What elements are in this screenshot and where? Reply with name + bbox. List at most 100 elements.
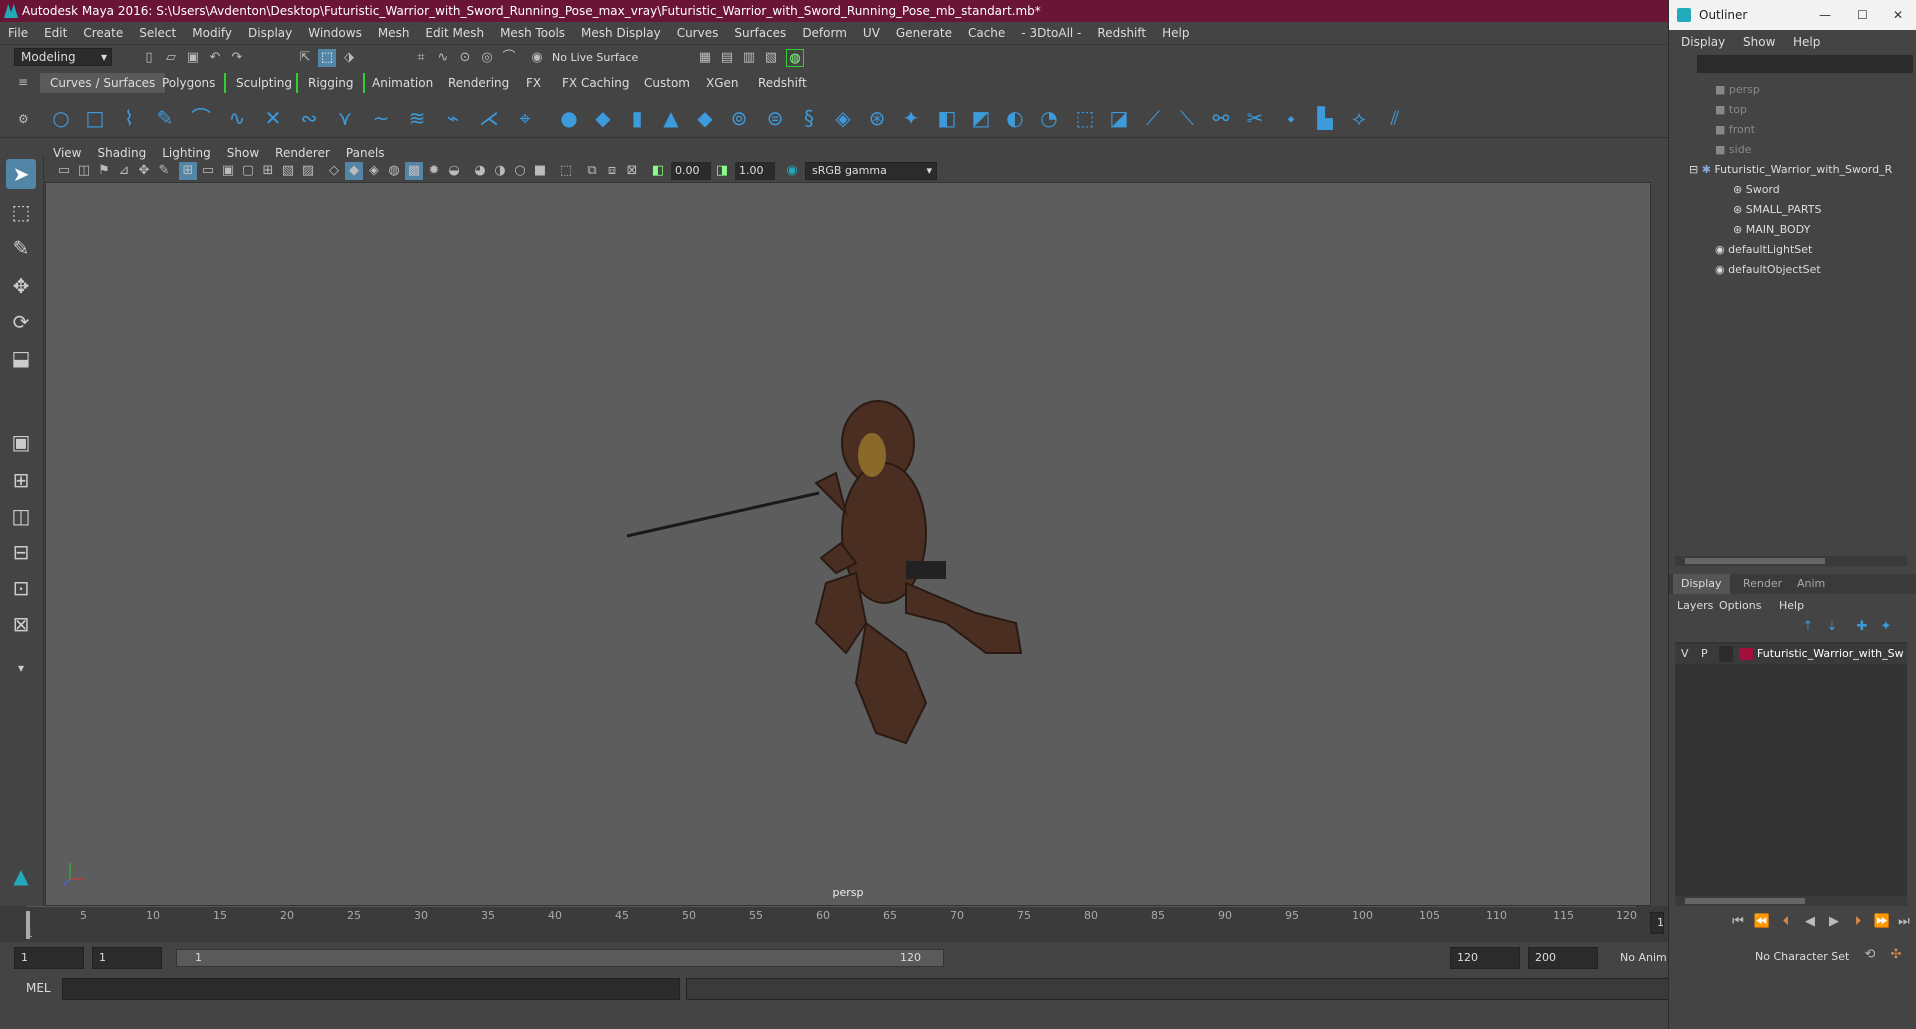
outliner-item-front[interactable]: ■ front — [1715, 120, 1916, 140]
anim-end-field[interactable]: 200 — [1528, 947, 1598, 969]
motion-blur-icon[interactable]: ◑ — [491, 162, 509, 180]
menu-uv[interactable]: UV — [855, 22, 888, 44]
shelf-options-icon[interactable]: ⚙ — [18, 112, 29, 126]
select-component-icon[interactable]: ⬗ — [340, 49, 358, 67]
gate-mask-icon[interactable]: ▢ — [239, 162, 257, 180]
outliner-item-persp[interactable]: ■ persp — [1715, 80, 1916, 100]
menu-windows[interactable]: Windows — [300, 22, 370, 44]
surface-edit-icon[interactable]: ⟡ — [1346, 106, 1372, 130]
select-hierarchy-icon[interactable]: ⇱ — [296, 49, 314, 67]
open-close-icon[interactable]: ⬩ — [1278, 106, 1304, 130]
nurbs-plane-icon[interactable]: ◆ — [692, 106, 718, 130]
field-chart-icon[interactable]: ⊞ — [259, 162, 277, 180]
auto-key-icon[interactable]: ⟲ — [1861, 946, 1879, 964]
intersect-icon[interactable]: ◩ — [968, 106, 994, 130]
tab-curves-surfaces[interactable]: Curves / Surfaces — [40, 73, 166, 93]
outliner-item-small-parts[interactable]: ⊛ SMALL_PARTS — [1733, 200, 1916, 220]
scrollbar-thumb[interactable] — [1685, 898, 1805, 904]
extrude-icon[interactable]: ⊛ — [864, 106, 890, 130]
attach-curves-icon[interactable]: ✕ — [260, 106, 286, 130]
menu-generate[interactable]: Generate — [888, 22, 960, 44]
four-view-layout-icon[interactable]: ⊞ — [6, 465, 36, 495]
shadows-icon[interactable]: ◒ — [445, 162, 463, 180]
anti-aliasing-icon[interactable]: ○ — [511, 162, 529, 180]
loft-icon[interactable]: § — [796, 106, 822, 130]
new-layer-icon[interactable]: ✚ — [1853, 618, 1871, 636]
lasso-tool-icon[interactable]: ⬚ — [6, 197, 36, 227]
persp-outliner-layout-icon[interactable]: ⊟ — [6, 537, 36, 567]
bevel-icon[interactable]: ◧ — [934, 106, 960, 130]
layer-horizontal-scrollbar[interactable] — [1675, 896, 1907, 906]
move-tool-icon[interactable]: ✥ — [6, 271, 36, 301]
detach-curves-icon[interactable]: ∾ — [296, 106, 322, 130]
animation-preferences-icon[interactable]: ✣ — [1887, 946, 1905, 964]
sculpt-geometry-icon[interactable]: ▙ — [1312, 106, 1338, 130]
snap-grid-icon[interactable]: ⌗ — [412, 49, 430, 67]
layer-row[interactable]: V P Futuristic_Warrior_with_Sw — [1675, 644, 1907, 664]
exposure-icon[interactable]: ◧ — [649, 162, 667, 180]
camera-attributes-icon[interactable]: ◫ — [75, 162, 93, 180]
ipr-render-icon[interactable]: ▥ — [740, 49, 758, 67]
layer-name[interactable]: Futuristic_Warrior_with_Sw — [1757, 647, 1903, 660]
hypershade-icon[interactable]: ◍ — [786, 49, 804, 67]
extend-surface-icon[interactable]: ◪ — [1106, 106, 1132, 130]
outliner-horizontal-scrollbar[interactable] — [1675, 556, 1907, 566]
mode-dropdown[interactable]: Modeling ▾ — [14, 48, 112, 66]
anim-start-field[interactable]: 1 — [92, 947, 162, 969]
screen-space-ao-icon[interactable]: ◕ — [471, 162, 489, 180]
wireframe-icon[interactable]: ◇ — [325, 162, 343, 180]
render-settings-icon[interactable]: ▧ — [762, 49, 780, 67]
menu-edit-mesh[interactable]: Edit Mesh — [417, 22, 492, 44]
gamma-icon[interactable]: ◨ — [713, 162, 731, 180]
safe-action-icon[interactable]: ▧ — [279, 162, 297, 180]
resolution-gate-icon[interactable]: ▣ — [219, 162, 237, 180]
minimize-icon[interactable]: — — [1819, 0, 1831, 30]
outliner-menu-display[interactable]: Display — [1681, 35, 1725, 49]
layer-playback-toggle[interactable]: P — [1701, 647, 1708, 660]
layer-tab-anim[interactable]: Anim — [1789, 574, 1833, 594]
layer-tab-render[interactable]: Render — [1735, 574, 1790, 594]
open-scene-icon[interactable]: ▱ — [162, 49, 180, 67]
rotate-tool-icon[interactable]: ⟳ — [6, 307, 36, 337]
step-forward-key-icon[interactable]: ⏵ — [1849, 913, 1867, 931]
menu-mesh[interactable]: Mesh — [370, 22, 418, 44]
stitch-icon[interactable]: ⫽ — [1382, 106, 1408, 130]
nurbs-cube-icon[interactable]: ◆ — [590, 106, 616, 130]
add-points-icon[interactable]: ⋌ — [476, 106, 502, 130]
layout-options-icon[interactable]: ▾ — [6, 653, 36, 683]
tab-polygons[interactable]: Polygons — [152, 73, 225, 93]
tab-fx-caching[interactable]: FX Caching — [552, 73, 639, 93]
paint-select-tool-icon[interactable]: ✎ — [6, 233, 36, 263]
outliner-item-default-light-set[interactable]: ◉ defaultLightSet — [1715, 240, 1916, 260]
menu-mesh-tools[interactable]: Mesh Tools — [492, 22, 573, 44]
snap-curve-icon[interactable]: ∿ — [434, 49, 452, 67]
outliner-menu-show[interactable]: Show — [1743, 35, 1775, 49]
single-view-layout-icon[interactable]: ▣ — [6, 427, 36, 457]
use-all-lights-icon[interactable]: ✹ — [425, 162, 443, 180]
time-slider[interactable]: 1 5 10 15 20 25 30 35 40 45 50 55 60 65 … — [0, 906, 1668, 942]
menu-create[interactable]: Create — [75, 22, 131, 44]
scale-tool-icon[interactable]: ⬓ — [6, 343, 36, 373]
tab-redshift[interactable]: Redshift — [748, 73, 817, 93]
collapse-icon[interactable]: ⊟ — [1689, 163, 1698, 176]
depth-of-field-icon[interactable]: ■ — [531, 162, 549, 180]
outliner-item-main-body[interactable]: ⊛ MAIN_BODY — [1733, 220, 1916, 240]
outliner-item-warrior-group[interactable]: ⊟ ✱ Futuristic_Warrior_with_Sword_R — [1689, 160, 1916, 180]
viewport-persp[interactable]: persp — [45, 182, 1651, 906]
image-plane-icon[interactable]: ⊿ — [115, 162, 133, 180]
menu-file[interactable]: File — [0, 22, 36, 44]
xray-joints-icon[interactable]: ⧈ — [603, 162, 621, 180]
menu-select[interactable]: Select — [131, 22, 184, 44]
side-by-side-layout-icon[interactable]: ◫ — [6, 501, 36, 531]
ep-curve-icon[interactable]: ⌒ — [188, 106, 214, 130]
timeline-track[interactable]: 1 5 10 15 20 25 30 35 40 45 50 55 60 65 … — [26, 906, 1637, 942]
new-scene-icon[interactable]: ▯ — [140, 49, 158, 67]
save-scene-icon[interactable]: ▣ — [184, 49, 202, 67]
command-input[interactable] — [62, 978, 680, 1000]
menu-surfaces[interactable]: Surfaces — [726, 22, 794, 44]
make-live-icon[interactable]: ◉ — [528, 49, 546, 67]
exposure-field[interactable]: 0.00 — [671, 162, 711, 180]
maximize-icon[interactable]: ☐ — [1857, 0, 1868, 30]
play-forwards-icon[interactable]: ▶ — [1825, 913, 1843, 931]
curve-edit-icon[interactable]: ⌖ — [512, 106, 538, 130]
